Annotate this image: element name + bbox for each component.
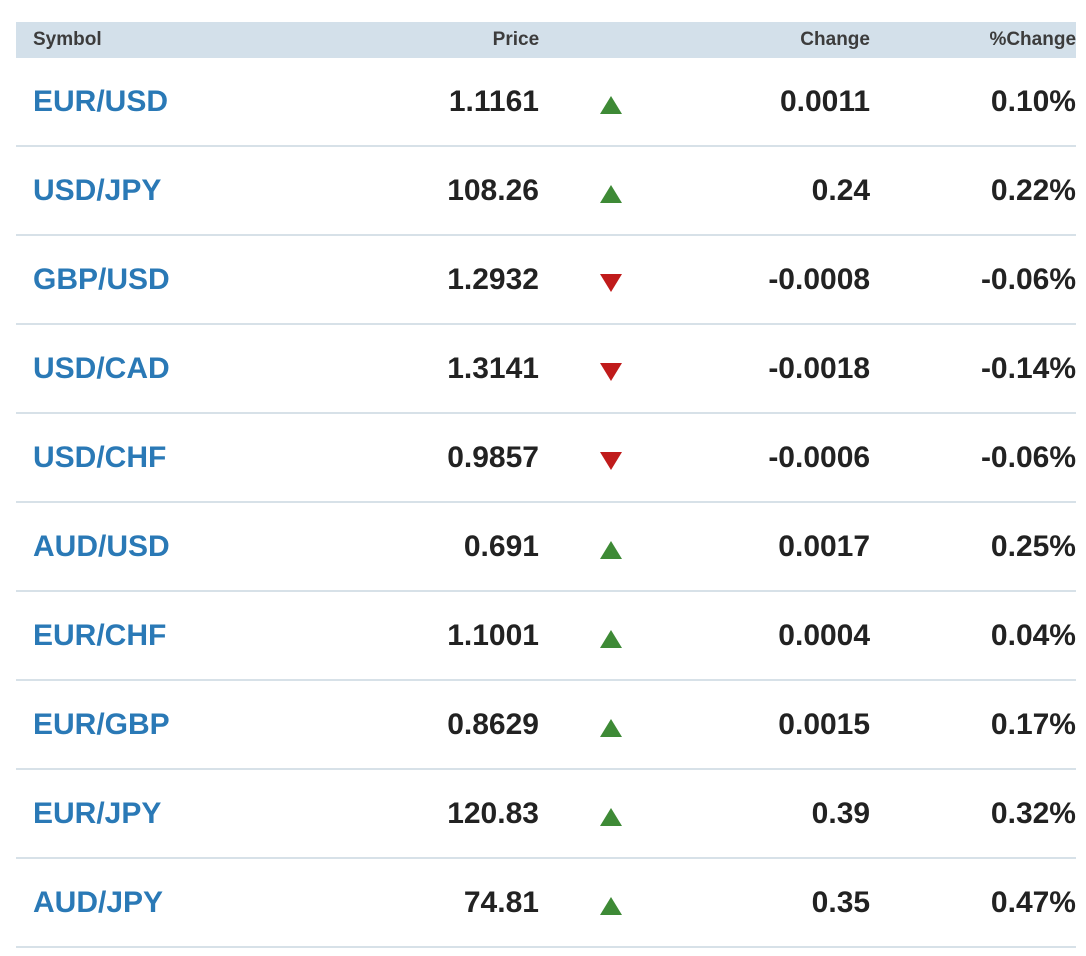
price-value: 1.3141 bbox=[447, 351, 539, 385]
symbol-link[interactable]: AUD/USD bbox=[33, 530, 170, 563]
arrow-up-icon bbox=[599, 896, 622, 915]
table-row: USD/CAD 1.3141 -0.0018 -0.14% bbox=[16, 325, 1076, 414]
symbol-link[interactable]: EUR/USD bbox=[33, 85, 168, 118]
pct-change-value: 0.32% bbox=[990, 796, 1076, 830]
arrow-up-icon bbox=[599, 95, 622, 114]
symbol-link[interactable]: AUD/JPY bbox=[33, 886, 163, 919]
price-value: 108.26 bbox=[447, 173, 539, 207]
symbol-link[interactable]: EUR/CHF bbox=[33, 619, 166, 652]
arrow-up-icon bbox=[599, 718, 622, 737]
symbol-link[interactable]: GBP/USD bbox=[33, 263, 170, 296]
price-value: 1.2932 bbox=[447, 262, 539, 296]
pct-change-value: -0.06% bbox=[980, 262, 1076, 296]
symbol-link[interactable]: USD/CHF bbox=[33, 441, 166, 474]
change-value: -0.0006 bbox=[768, 440, 871, 474]
symbol-link[interactable]: USD/JPY bbox=[33, 174, 161, 207]
header-pct-change[interactable]: %Change bbox=[870, 29, 1076, 51]
pct-change-value: 0.10% bbox=[990, 84, 1076, 118]
price-value: 1.1001 bbox=[447, 618, 539, 652]
table-row: EUR/JPY 120.83 0.39 0.32% bbox=[16, 770, 1076, 859]
table-row: EUR/CHF 1.1001 0.0004 0.04% bbox=[16, 592, 1076, 681]
header-change[interactable]: Change bbox=[640, 29, 870, 51]
price-value: 120.83 bbox=[447, 796, 539, 830]
pct-change-value: -0.06% bbox=[980, 440, 1076, 474]
change-value: -0.0018 bbox=[768, 351, 871, 385]
pct-change-value: 0.22% bbox=[990, 173, 1076, 207]
arrow-up-icon bbox=[599, 184, 622, 203]
table-row: GBP/USD 1.2932 -0.0008 -0.06% bbox=[16, 236, 1076, 325]
arrow-up-icon bbox=[599, 540, 622, 559]
table-row: AUD/USD 0.691 0.0017 0.25% bbox=[16, 503, 1076, 592]
pct-change-value: 0.17% bbox=[990, 707, 1076, 741]
table-row: EUR/GBP 0.8629 0.0015 0.17% bbox=[16, 681, 1076, 770]
quote-table: Symbol Price Change %Change EUR/USD 1.11… bbox=[16, 22, 1076, 948]
pct-change-value: -0.14% bbox=[980, 351, 1076, 385]
price-value: 1.1161 bbox=[448, 84, 539, 118]
price-value: 0.691 bbox=[463, 529, 539, 563]
arrow-down-icon bbox=[599, 273, 622, 292]
table-header: Symbol Price Change %Change bbox=[16, 22, 1076, 58]
change-value: 0.39 bbox=[811, 796, 871, 830]
pct-change-value: 0.04% bbox=[990, 618, 1076, 652]
table-row: USD/JPY 108.26 0.24 0.22% bbox=[16, 147, 1076, 236]
price-value: 0.8629 bbox=[447, 707, 539, 741]
change-value: -0.0008 bbox=[768, 262, 871, 296]
header-price[interactable]: Price bbox=[373, 29, 539, 51]
symbol-link[interactable]: EUR/GBP bbox=[33, 708, 170, 741]
table-row: USD/CHF 0.9857 -0.0006 -0.06% bbox=[16, 414, 1076, 503]
pct-change-value: 0.47% bbox=[990, 885, 1076, 919]
table-row: EUR/USD 1.1161 0.0011 0.10% bbox=[16, 58, 1076, 147]
change-value: 0.0004 bbox=[778, 618, 871, 652]
arrow-up-icon bbox=[599, 629, 622, 648]
arrow-down-icon bbox=[599, 362, 622, 381]
header-symbol[interactable]: Symbol bbox=[16, 29, 373, 51]
arrow-down-icon bbox=[599, 451, 622, 470]
symbol-link[interactable]: EUR/JPY bbox=[33, 797, 161, 830]
pct-change-value: 0.25% bbox=[990, 529, 1076, 563]
table-row: AUD/JPY 74.81 0.35 0.47% bbox=[16, 859, 1076, 948]
change-value: 0.0011 bbox=[779, 84, 871, 118]
price-value: 0.9857 bbox=[447, 440, 539, 474]
change-value: 0.0015 bbox=[778, 707, 871, 741]
change-value: 0.24 bbox=[811, 173, 871, 207]
change-value: 0.35 bbox=[811, 885, 871, 919]
price-value: 74.81 bbox=[463, 885, 539, 919]
arrow-up-icon bbox=[599, 807, 622, 826]
change-value: 0.0017 bbox=[778, 529, 871, 563]
symbol-link[interactable]: USD/CAD bbox=[33, 352, 170, 385]
